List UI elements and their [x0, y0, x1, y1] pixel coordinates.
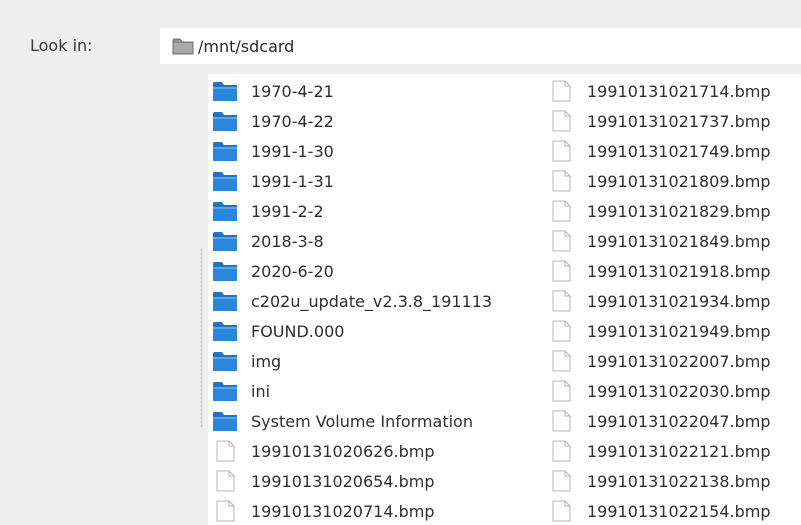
file-icon	[548, 440, 574, 462]
file-icon	[548, 140, 574, 162]
item-name: 19910131020654.bmp	[251, 471, 435, 491]
folder-icon	[212, 140, 238, 162]
file-icon	[548, 350, 574, 372]
look-in-path: /mnt/sdcard	[198, 36, 295, 56]
file-icon	[548, 290, 574, 312]
file-icon	[548, 320, 574, 342]
file-icon	[548, 200, 574, 222]
item-name: 19910131022030.bmp	[587, 381, 771, 401]
item-name: 2018-3-8	[251, 231, 324, 251]
file-icon	[212, 440, 238, 462]
file-item[interactable]: 19910131020714.bmp	[212, 496, 492, 525]
folder-item[interactable]: 1991-1-30	[212, 136, 492, 166]
file-column-1: 1970-4-21 1970-4-22 1991-1-30 1991-1-31 1991…	[212, 76, 492, 525]
item-name: 19910131022007.bmp	[587, 351, 771, 371]
item-name: 19910131022121.bmp	[587, 441, 771, 461]
file-dialog: Look in: /mnt/sdcard 1970-4-21 1970-4-22 1…	[0, 0, 801, 525]
file-item[interactable]: 19910131021714.bmp	[548, 76, 771, 106]
file-item[interactable]: 19910131021949.bmp	[548, 316, 771, 346]
folder-icon	[212, 290, 238, 312]
item-name: 19910131020626.bmp	[251, 441, 435, 461]
folder-icon	[212, 350, 238, 372]
splitter-handle[interactable]	[200, 248, 203, 428]
item-name: ini	[251, 381, 271, 401]
file-icon	[548, 380, 574, 402]
file-item[interactable]: 19910131022030.bmp	[548, 376, 771, 406]
file-item[interactable]: 19910131021737.bmp	[548, 106, 771, 136]
file-icon	[212, 500, 238, 522]
folder-item[interactable]: ini	[212, 376, 492, 406]
folder-icon	[212, 380, 238, 402]
file-icon	[548, 110, 574, 132]
folder-item[interactable]: 1970-4-21	[212, 76, 492, 106]
item-name: c202u_update_v2.3.8_191113	[251, 291, 493, 311]
folder-item[interactable]: img	[212, 346, 492, 376]
file-icon	[548, 80, 574, 102]
item-name: 19910131022154.bmp	[587, 501, 771, 521]
item-name: 1991-1-31	[251, 171, 334, 191]
folder-icon	[212, 260, 238, 282]
file-list[interactable]: 1970-4-21 1970-4-22 1991-1-30 1991-1-31 1991…	[208, 74, 801, 525]
file-item[interactable]: 19910131021829.bmp	[548, 196, 771, 226]
item-name: 1970-4-22	[251, 111, 334, 131]
folder-item[interactable]: 1991-2-2	[212, 196, 492, 226]
file-icon	[212, 470, 238, 492]
file-icon	[548, 500, 574, 522]
item-name: System Volume Information	[251, 411, 473, 431]
item-name: 19910131021714.bmp	[587, 81, 771, 101]
item-name: 19910131021829.bmp	[587, 201, 771, 221]
folder-icon	[212, 230, 238, 252]
folder-icon	[212, 170, 238, 192]
item-name: 19910131021749.bmp	[587, 141, 771, 161]
item-name: 19910131021849.bmp	[587, 231, 771, 251]
file-item[interactable]: 19910131020654.bmp	[212, 466, 492, 496]
file-item[interactable]: 19910131022007.bmp	[548, 346, 771, 376]
item-name: 19910131022138.bmp	[587, 471, 771, 491]
item-name: FOUND.000	[251, 321, 345, 341]
file-item[interactable]: 19910131022138.bmp	[548, 466, 771, 496]
item-name: 19910131021809.bmp	[587, 171, 771, 191]
file-icon	[548, 170, 574, 192]
item-name: 19910131021934.bmp	[587, 291, 771, 311]
file-item[interactable]: 19910131021934.bmp	[548, 286, 771, 316]
item-name: 1991-2-2	[251, 201, 324, 221]
file-item[interactable]: 19910131022047.bmp	[548, 406, 771, 436]
item-name: 19910131021737.bmp	[587, 111, 771, 131]
look-in-path-combo[interactable]: /mnt/sdcard	[160, 28, 801, 64]
item-name: 19910131022047.bmp	[587, 411, 771, 431]
folder-item[interactable]: 2018-3-8	[212, 226, 492, 256]
item-name: 1970-4-21	[251, 81, 334, 101]
file-item[interactable]: 19910131022154.bmp	[548, 496, 771, 525]
item-name: 2020-6-20	[251, 261, 334, 281]
folder-item[interactable]: 2020-6-20	[212, 256, 492, 286]
folder-item[interactable]: System Volume Information	[212, 406, 492, 436]
folder-icon	[212, 110, 238, 132]
look-in-label: Look in:	[30, 36, 93, 55]
folder-icon	[212, 410, 238, 432]
file-item[interactable]: 19910131021849.bmp	[548, 226, 771, 256]
file-item[interactable]: 19910131021749.bmp	[548, 136, 771, 166]
file-icon	[548, 410, 574, 432]
item-name: 19910131021918.bmp	[587, 261, 771, 281]
folder-item[interactable]: 1970-4-22	[212, 106, 492, 136]
file-icon	[548, 470, 574, 492]
folder-item[interactable]: 1991-1-31	[212, 166, 492, 196]
folder-item[interactable]: FOUND.000	[212, 316, 492, 346]
item-name: 19910131020714.bmp	[251, 501, 435, 521]
folder-icon	[212, 200, 238, 222]
file-item[interactable]: 19910131021918.bmp	[548, 256, 771, 286]
file-item[interactable]: 19910131021809.bmp	[548, 166, 771, 196]
folder-icon	[212, 320, 238, 342]
folder-icon	[212, 80, 238, 102]
folder-icon	[172, 38, 194, 55]
file-item[interactable]: 19910131020626.bmp	[212, 436, 492, 466]
item-name: 19910131021949.bmp	[587, 321, 771, 341]
file-icon	[548, 260, 574, 282]
file-column-2: 19910131021714.bmp 19910131021737.bmp 1991…	[548, 76, 771, 525]
file-item[interactable]: 19910131022121.bmp	[548, 436, 771, 466]
item-name: img	[251, 351, 282, 371]
item-name: 1991-1-30	[251, 141, 334, 161]
file-icon	[548, 230, 574, 252]
folder-item[interactable]: c202u_update_v2.3.8_191113	[212, 286, 492, 316]
